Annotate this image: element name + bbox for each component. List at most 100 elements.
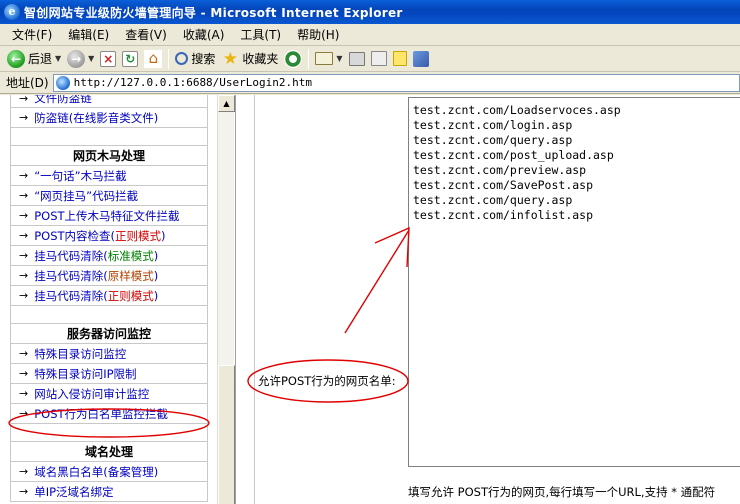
nav-spacer (10, 424, 208, 442)
url-line: test.zcnt.com/infolist.asp (413, 208, 594, 222)
nav-spacer (10, 128, 208, 146)
tool-icon (412, 50, 429, 67)
menu-favorites[interactable]: 收藏(A) (175, 25, 233, 45)
url-line: test.zcnt.com/query.asp (413, 133, 573, 147)
menu-tools[interactable]: 工具(T) (232, 25, 289, 45)
nav-item-label[interactable]: “网页挂马”代码拦截 (34, 188, 138, 204)
nav-item-label[interactable]: ) (154, 249, 159, 263)
arrow-right-icon: → (19, 169, 29, 182)
forward-button[interactable]: → ▼ (64, 48, 97, 70)
address-label: 地址(D) (6, 76, 49, 90)
nav-item-clean-regex[interactable]: → 挂马代码清除(正则模式) (10, 286, 208, 306)
nav-item-clean-original[interactable]: → 挂马代码清除(原样模式) (10, 266, 208, 286)
url-line: test.zcnt.com/query.asp (413, 193, 573, 207)
nav-spacer (10, 306, 208, 324)
arrow-right-icon: → (19, 111, 29, 124)
mode-tag-standard[interactable]: 标准模式 (108, 248, 154, 264)
back-button[interactable]: ← 后退 ▼ (4, 48, 64, 70)
nav-item-label[interactable]: POST内容检查( (34, 228, 115, 244)
nav-item-special-dir-ip[interactable]: → 特殊目录访问IP限制 (10, 364, 208, 384)
post-whitelist-textarea[interactable]: test.zcnt.com/Loadservoces.asp test.zcnt… (408, 97, 740, 467)
nav-list: → 文件防盗链 → 防盗链(在线影音类文件) 网页木马处理 → “一句话”木马拦… (10, 95, 208, 502)
arrow-right-icon: → (19, 269, 29, 282)
mode-tag-original[interactable]: 原样模式 (108, 268, 154, 284)
back-label: 后退 (28, 52, 53, 66)
nav-item-label[interactable]: 域名黑白名单( (34, 464, 108, 480)
url-line: test.zcnt.com/Loadservoces.asp (413, 103, 621, 117)
nav-item-label[interactable]: ) (154, 289, 159, 303)
scroll-thumb[interactable] (218, 365, 235, 504)
history-icon (284, 49, 303, 68)
mail-button[interactable]: ▼ (312, 48, 345, 70)
mode-tag-regex[interactable]: 正则模式 (115, 228, 161, 244)
nav-item-label[interactable]: 文件防盗链 (34, 95, 92, 106)
history-button[interactable] (281, 48, 305, 70)
nav-item-label[interactable]: 挂马代码清除( (34, 288, 108, 304)
arrow-right-icon: → (19, 229, 29, 242)
nav-item-label[interactable]: ) (154, 465, 159, 479)
nav-item-oneword-trojan[interactable]: → “一句话”木马拦截 (10, 166, 208, 186)
refresh-button[interactable]: ↻ (119, 48, 141, 70)
back-dropdown-icon[interactable]: ▼ (55, 54, 61, 63)
nav-item-label[interactable]: 特殊目录访问IP限制 (34, 366, 136, 382)
nav-item-single-ip[interactable]: → 单IP泛域名绑定 (10, 482, 208, 502)
nav-item-label[interactable]: 挂马代码清除( (34, 248, 108, 264)
stop-icon: × (100, 50, 117, 67)
arrow-right-icon: → (19, 249, 29, 262)
mode-tag-regex[interactable]: 正则模式 (108, 288, 154, 304)
search-button[interactable]: 搜索 (172, 48, 218, 70)
page-content: → 文件防盗链 → 防盗链(在线影音类文件) 网页木马处理 → “一句话”木马拦… (0, 95, 740, 504)
left-frame-scrollbar[interactable]: ▲ (217, 95, 235, 504)
edit-icon (370, 51, 387, 66)
nav-item-post-whitelist[interactable]: → POST行为白名单监控拦截 (10, 404, 208, 424)
post-whitelist-label: 允许POST行为的网页名单: (258, 374, 396, 388)
form-label-column (240, 95, 408, 504)
nav-item-label[interactable]: ) (161, 229, 166, 243)
nav-item-domain-blacklist[interactable]: → 域名黑白名单(备案管理) (10, 462, 208, 482)
mail-dropdown-icon[interactable]: ▼ (336, 54, 342, 63)
nav-item-special-dir[interactable]: → 特殊目录访问监控 (10, 344, 208, 364)
nav-item-intrusion-audit[interactable]: → 网站入侵访问审计监控 (10, 384, 208, 404)
nav-item-file-antileech[interactable]: → 文件防盗链 (10, 95, 208, 108)
left-nav-frame: → 文件防盗链 → 防盗链(在线影音类文件) 网页木马处理 → “一句话”木马拦… (0, 95, 236, 504)
refresh-icon: ↻ (122, 50, 139, 67)
nav-item-post-check[interactable]: → POST内容检查(正则模式) (10, 226, 208, 246)
back-arrow-icon: ← (7, 49, 25, 68)
nav-item-label[interactable]: 特殊目录访问监控 (34, 346, 126, 362)
address-input[interactable]: http://127.0.0.1:6688/UserLogin2.htm (52, 73, 740, 92)
stop-button[interactable]: × (97, 48, 119, 70)
discuss-button[interactable] (390, 48, 410, 70)
nav-item-label[interactable]: POST上传木马特征文件拦截 (34, 208, 179, 224)
nav-section-server: 服务器访问监控 (10, 324, 208, 344)
menu-help[interactable]: 帮助(H) (289, 25, 347, 45)
url-line: test.zcnt.com/login.asp (413, 118, 573, 132)
nav-item-post-upload[interactable]: → POST上传木马特征文件拦截 (10, 206, 208, 226)
scroll-up-icon[interactable]: ▲ (218, 95, 235, 112)
nav-item-label[interactable]: ) (154, 269, 159, 283)
nav-item-label[interactable]: ) (154, 111, 159, 125)
nav-item-label[interactable]: “一句话”木马拦截 (34, 168, 126, 184)
favorites-button[interactable]: ★ 收藏夹 (218, 48, 281, 70)
nav-item-label[interactable]: POST行为白名单监控拦截 (34, 406, 168, 422)
nav-item-label[interactable]: 在线影音类文件 (73, 110, 154, 126)
menu-file[interactable]: 文件(F) (4, 25, 60, 45)
arrow-right-icon: → (19, 347, 29, 360)
nav-item-label[interactable]: 单IP泛域名绑定 (34, 484, 113, 500)
arrow-right-icon: → (19, 465, 29, 478)
home-icon: ⌂ (144, 49, 163, 68)
nav-item-label[interactable]: 备案管理 (108, 464, 154, 480)
nav-item-webhang-code[interactable]: → “网页挂马”代码拦截 (10, 186, 208, 206)
menu-view[interactable]: 查看(V) (117, 25, 175, 45)
nav-item-label[interactable]: 挂马代码清除( (34, 268, 108, 284)
edit-button[interactable] (368, 48, 390, 70)
nav-item-label[interactable]: 网站入侵访问审计监控 (34, 386, 149, 402)
nav-item-media-antileech[interactable]: → 防盗链(在线影音类文件) (10, 108, 208, 128)
home-button[interactable]: ⌂ (141, 48, 165, 70)
nav-section-domain: 域名处理 (10, 442, 208, 462)
print-button[interactable] (346, 48, 368, 70)
nav-item-label[interactable]: 防盗链( (34, 110, 73, 126)
tools-button[interactable] (410, 48, 432, 70)
forward-dropdown-icon[interactable]: ▼ (88, 54, 94, 63)
menu-edit[interactable]: 编辑(E) (60, 25, 117, 45)
nav-item-clean-standard[interactable]: → 挂马代码清除(标准模式) (10, 246, 208, 266)
